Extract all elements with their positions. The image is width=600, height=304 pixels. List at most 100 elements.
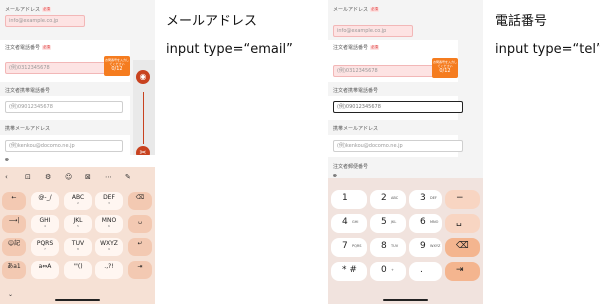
key[interactable]: ␣: [128, 215, 152, 233]
key-digit: 6: [420, 217, 426, 227]
mobile-field[interactable]: (例)09012345678: [5, 101, 123, 113]
gear-icon[interactable]: ⚙: [45, 173, 51, 181]
key-label: '"(): [73, 263, 83, 270]
tel-key[interactable]: −: [445, 190, 480, 209]
key[interactable]: ⟶|: [2, 215, 26, 233]
tel-key[interactable]: 2 ABC: [370, 190, 406, 209]
mobile-label: 注文者携帯電話番号: [333, 88, 379, 94]
key-label: .,?!: [104, 263, 114, 270]
keyboard-email: ⚭ ‹ ⊡ ⚙ ☺ ⊠ ⋯ ✎ ← @-_/ ABC 2 DEF 3 ⌫ ⟶| GHI 4 JKL 5 MNO 6 ␣ ☺…: [0, 155, 155, 304]
caption-left-title: メールアドレス: [166, 14, 258, 29]
key[interactable]: ☺記: [2, 238, 26, 256]
mobile-label: 注文者携帯電話番号: [5, 88, 51, 94]
key-label: ⌫: [135, 194, 145, 201]
tel-key[interactable]: 9 WXYZ: [409, 238, 442, 257]
caption-right-title: 電話番号: [495, 14, 548, 29]
key[interactable]: ⇥: [128, 261, 152, 279]
key[interactable]: @-_/: [31, 192, 59, 210]
key-digit: * #: [342, 265, 357, 275]
key-digit: 1: [342, 193, 348, 203]
email-field[interactable]: info@example.co.jp: [5, 15, 85, 27]
tel-key[interactable]: 7 PQRS: [331, 238, 367, 257]
key[interactable]: JKL 5: [64, 215, 92, 233]
key-letters: PQRS: [352, 244, 362, 248]
home-indicator[interactable]: [383, 299, 428, 301]
key-digit: 5: [381, 217, 387, 227]
tel-key[interactable]: 1: [331, 190, 367, 209]
phone-label: 注文者電話番号 必須: [333, 45, 380, 51]
back-icon[interactable]: ‹: [5, 173, 8, 181]
key-digit: 2: [381, 193, 387, 203]
key[interactable]: MNO 6: [95, 215, 123, 233]
key[interactable]: ABC 2: [64, 192, 92, 210]
side-control-track: [143, 92, 144, 144]
link-icon[interactable]: ⚭: [4, 156, 10, 164]
tel-key[interactable]: .: [409, 262, 442, 281]
eye-icon[interactable]: ◉: [136, 70, 150, 84]
tel-key[interactable]: ⇥: [445, 262, 480, 281]
key-label: ☺記: [7, 240, 21, 247]
key-letters: JKL: [391, 220, 397, 224]
key[interactable]: '"(): [64, 261, 92, 279]
key[interactable]: ←: [2, 192, 26, 210]
tel-key[interactable]: 6 MNO: [409, 214, 442, 233]
postal-label: 注文者郵便番号: [333, 164, 369, 170]
key-digit: ⌫: [456, 241, 469, 251]
phone-screen-email: メールアドレス 必須 info@example.co.jp 注文者電話番号 必須 (…: [0, 0, 155, 304]
key-digit: 0: [381, 265, 387, 275]
key[interactable]: GHI 4: [31, 215, 59, 233]
phone-screen-tel: メールアドレス 必須 info@example.co.jp 注文者電話番号 必須 (…: [328, 0, 483, 304]
key-label: ␣: [138, 217, 142, 224]
phone-field[interactable]: (例)0312345678: [5, 62, 120, 74]
mobile-email-field[interactable]: (例)kenkou@docomo.ne.jp: [333, 140, 463, 152]
pen-icon[interactable]: ✎: [125, 173, 131, 181]
key[interactable]: DEF 3: [95, 192, 123, 210]
key-letters: MNO: [430, 220, 439, 224]
key-label: a⇔A: [38, 263, 52, 270]
clipboard-icon[interactable]: ⊡: [25, 173, 31, 181]
key-sublabel: 3: [108, 201, 110, 205]
tel-key[interactable]: 4 GHI: [331, 214, 367, 233]
char-counter-badge: お問番号を入力してください 0/12: [432, 58, 458, 78]
mobile-email-field[interactable]: (例)kenkou@docomo.ne.jp: [5, 140, 123, 152]
key[interactable]: あa1: [2, 261, 26, 279]
key-letters: ABC: [391, 196, 399, 200]
key[interactable]: a⇔A: [31, 261, 59, 279]
tel-key[interactable]: ␣: [445, 214, 480, 233]
key[interactable]: ↵: [128, 238, 152, 256]
key-letters: TUV: [391, 244, 399, 248]
key-sublabel: 4: [44, 224, 46, 228]
key-sublabel: 8: [77, 247, 79, 251]
tel-key[interactable]: 0 +: [370, 262, 406, 281]
key[interactable]: .,?!: [95, 261, 123, 279]
email-label: メールアドレス 必須: [5, 7, 52, 13]
emoji-icon[interactable]: ☺: [65, 173, 72, 181]
key[interactable]: WXYZ 9: [95, 238, 123, 256]
key-label: ←: [11, 194, 17, 201]
phone-field[interactable]: (例)0312345678: [333, 65, 441, 77]
tel-key[interactable]: * #: [331, 262, 367, 281]
home-indicator[interactable]: [55, 299, 100, 301]
required-badge: 必須: [370, 7, 380, 12]
mobile-field[interactable]: (例)09012345678: [333, 101, 463, 113]
key[interactable]: TUV 8: [64, 238, 92, 256]
email-label: メールアドレス 必須: [333, 7, 380, 13]
tel-key[interactable]: 8 TUV: [370, 238, 406, 257]
char-counter-badge: お問番号を入力してください 0/12: [104, 56, 130, 76]
chevron-down-icon[interactable]: ⌄: [8, 291, 13, 298]
tel-key[interactable]: ⌫: [445, 238, 480, 257]
crop-icon[interactable]: ⊠: [85, 173, 91, 181]
tel-key[interactable]: 3 DEF: [409, 190, 442, 209]
link-icon[interactable]: ⚭: [332, 172, 338, 180]
key[interactable]: PQRS 7: [31, 238, 59, 256]
email-field[interactable]: info@example.co.jp: [333, 25, 413, 37]
required-badge: 必須: [42, 45, 52, 50]
key-sublabel: 5: [77, 224, 79, 228]
order-form: メールアドレス 必須 info@example.co.jp 注文者電話番号 必須 (…: [0, 0, 155, 170]
tel-key[interactable]: 5 JKL: [370, 214, 406, 233]
key-digit: 9: [420, 241, 426, 251]
phone-label: 注文者電話番号 必須: [5, 45, 52, 51]
more-icon[interactable]: ⋯: [105, 173, 112, 181]
key-letters: WXYZ: [430, 244, 441, 248]
key[interactable]: ⌫: [128, 192, 152, 210]
